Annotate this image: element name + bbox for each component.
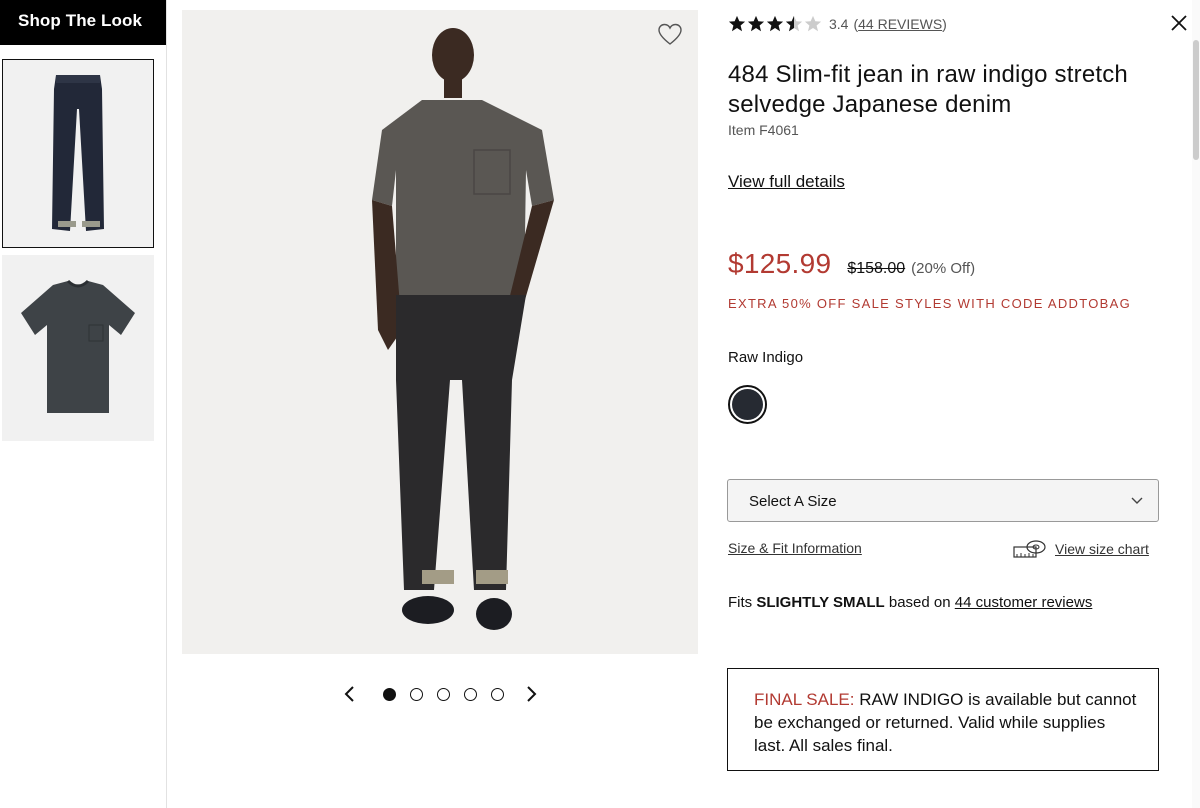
carousel-dot-3[interactable]	[437, 687, 450, 701]
shop-the-look-rail: Shop The Look	[0, 0, 167, 808]
star-half-icon	[785, 15, 803, 32]
fit-prefix: Fits	[728, 594, 753, 611]
promo-message: EXTRA 50% OFF SALE STYLES WITH CODE ADDT…	[728, 296, 1131, 311]
carousel-dot-4[interactable]	[464, 687, 477, 701]
fit-emphasis: SLIGHTLY SMALL	[756, 594, 885, 611]
size-select-dropdown[interactable]: Select A Size	[727, 479, 1159, 522]
thumb-jeans[interactable]	[2, 59, 154, 248]
discount-percent: (20% Off)	[911, 260, 976, 277]
sale-price: $125.99	[728, 248, 832, 279]
carousel-dot-5[interactable]	[491, 687, 504, 701]
final-sale-notice: FINAL SALE: RAW INDIGO is available but …	[727, 668, 1159, 771]
product-title: 484 Slim-fit jean in raw indigo stretch …	[728, 61, 1128, 118]
final-sale-label: FINAL SALE:	[754, 690, 855, 709]
jeans-thumbnail-image	[52, 74, 104, 231]
thumb-tshirt[interactable]	[2, 255, 154, 441]
carousel-dot-1[interactable]	[383, 687, 396, 701]
star-empty-icon	[804, 15, 822, 32]
size-select-label: Select A Size	[749, 493, 837, 510]
close-icon[interactable]	[1168, 12, 1190, 34]
carousel-prev-chevron-left-icon[interactable]	[336, 680, 362, 708]
original-price: $158.00	[847, 260, 906, 277]
model-photo	[372, 28, 554, 630]
fit-middle: based on	[888, 594, 951, 611]
size-fit-info-link[interactable]: Size & Fit Information	[728, 540, 862, 556]
color-swatch-raw-indigo[interactable]	[728, 385, 767, 424]
image-carousel-controls	[336, 680, 546, 708]
fit-summary: Fits SLIGHTLY SMALL based on 44 customer…	[728, 594, 1092, 611]
product-hero-image	[182, 10, 698, 654]
chevron-down-icon	[1131, 497, 1143, 504]
measuring-tape-icon	[1013, 540, 1046, 558]
rating-score: 3.4	[829, 16, 849, 32]
scrollbar-thumb[interactable]	[1193, 40, 1199, 160]
tshirt-thumbnail-image	[21, 279, 135, 413]
view-size-chart-link[interactable]: View size chart	[1013, 538, 1149, 560]
star-full-icon	[747, 15, 765, 32]
selected-color-name: Raw Indigo	[728, 349, 804, 366]
star-full-icon	[766, 15, 784, 32]
star-full-icon	[728, 15, 746, 32]
wishlist-heart-icon[interactable]	[657, 22, 683, 48]
customer-reviews-link[interactable]: 44 customer reviews	[955, 594, 1093, 611]
carousel-dot-2[interactable]	[410, 687, 423, 701]
shop-the-look-title: Shop The Look	[0, 0, 166, 45]
rating-summary: 3.4 (44 REVIEWS)	[728, 14, 947, 34]
star-rating	[728, 15, 823, 33]
view-full-details-link[interactable]: View full details	[728, 172, 845, 192]
reviews-close-paren: )	[942, 16, 947, 32]
item-number: Item F4061	[728, 122, 799, 138]
view-size-chart-label: View size chart	[1055, 541, 1149, 557]
reviews-link[interactable]: 44 REVIEWS	[858, 16, 942, 32]
price-row: $125.99 $158.00 (20% Off)	[728, 248, 975, 280]
carousel-next-chevron-right-icon[interactable]	[519, 680, 545, 708]
swatch-fill	[732, 389, 763, 420]
